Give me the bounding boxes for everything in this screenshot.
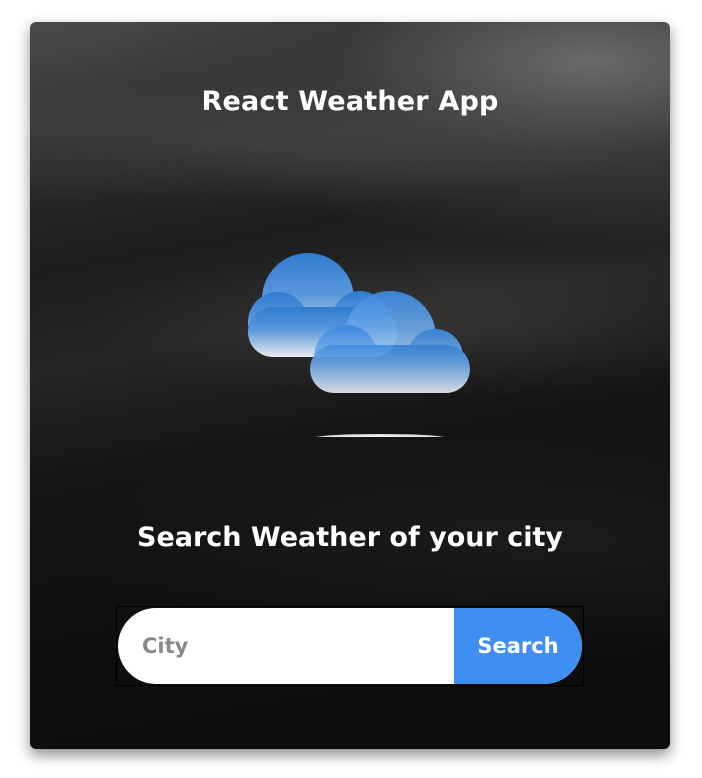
search-heading: Search Weather of your city [137, 522, 563, 553]
search-button[interactable]: Search [454, 608, 582, 684]
search-bar: Search [118, 608, 582, 684]
icon-shadow [316, 434, 444, 437]
weather-card: React Weather App Search Weather of your… [30, 22, 670, 749]
clouds-icon [248, 253, 470, 437]
search-form: Search [116, 606, 584, 686]
city-input[interactable] [118, 608, 454, 684]
app-title: React Weather App [201, 86, 499, 117]
